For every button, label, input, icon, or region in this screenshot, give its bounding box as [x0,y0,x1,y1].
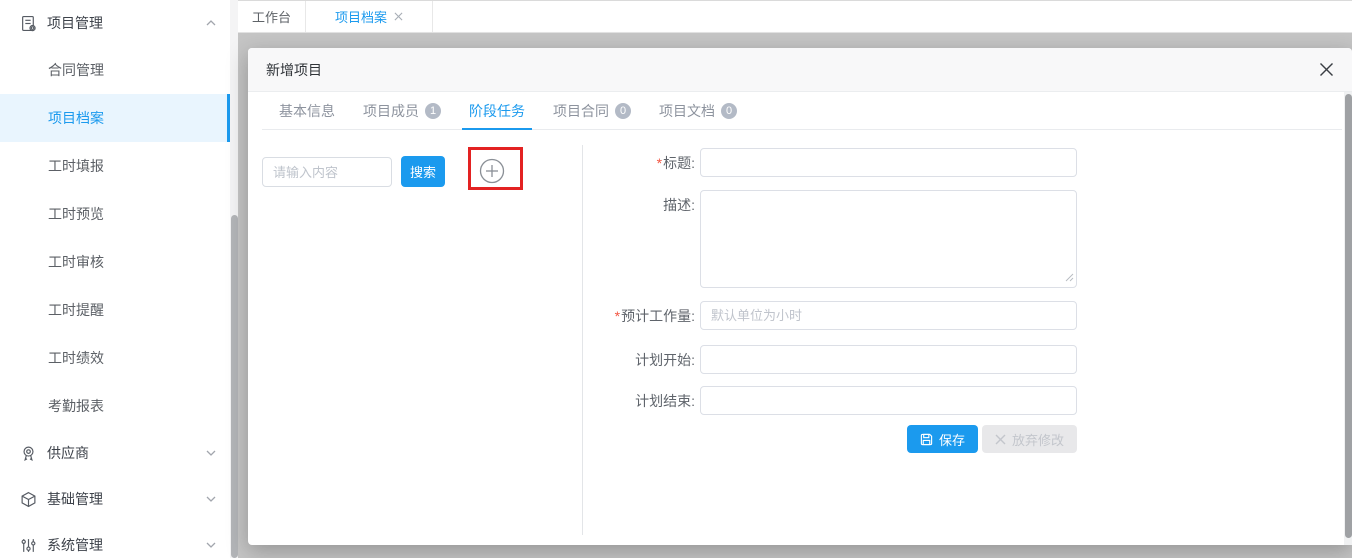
close-icon[interactable] [1317,60,1336,79]
cube-icon [20,491,37,508]
sidebar-group-project-management[interactable]: 项目管理 [0,0,230,46]
sidebar-item-label: 考勤报表 [48,396,104,416]
sidebar-item-attendance-report[interactable]: 考勤报表 [0,382,230,430]
save-button[interactable]: 保存 [907,425,978,453]
app-root: 项目管理 合同管理 项目档案 工时填报 工时预览 工时审核 工时提醒 工时绩效 … [0,0,1352,558]
chevron-down-icon [206,450,216,456]
tab-project-members[interactable]: 项目成员 1 [356,92,448,129]
modal-scrollbar-thumb[interactable] [1345,94,1352,538]
search-button[interactable]: 搜索 [401,156,445,187]
tab-label: 项目文档 [659,101,715,121]
task-list-panel: 搜索 [248,130,582,544]
modal-title: 新增项目 [266,60,322,80]
tab-workbench[interactable]: 工作台 [238,1,306,32]
form-row-plan-end: 计划结束: [582,386,1077,415]
sidebar-item-label: 工时审核 [48,252,104,272]
save-icon [920,433,933,446]
sidebar-item-label: 工时填报 [48,156,104,176]
tab-label: 项目合同 [553,101,609,121]
sidebar-group-label: 基础管理 [47,489,103,509]
count-badge: 1 [425,103,441,119]
sidebar-item-timesheet-reminder[interactable]: 工时提醒 [0,286,230,334]
sidebar-scrollbar-thumb[interactable] [231,215,238,558]
sidebar-group-label: 供应商 [47,443,89,463]
sidebar-item-timesheet-performance[interactable]: 工时绩效 [0,334,230,382]
tab-project-documents[interactable]: 项目文档 0 [652,92,744,129]
sidebar-group-system-management[interactable]: 系统管理 [0,522,230,558]
plan-start-input[interactable] [700,345,1077,374]
highlight-box [468,147,523,190]
search-input[interactable] [262,157,392,187]
tab-basic-info[interactable]: 基本信息 [272,92,342,129]
tab-project-archive[interactable]: 项目档案 [306,1,433,32]
plan-end-label: 计划结束: [582,391,695,411]
sidebar-group-supplier[interactable]: 供应商 [0,430,230,476]
plan-start-label: 计划开始: [582,350,695,370]
resize-grip-icon[interactable] [1065,269,1074,285]
workload-input[interactable] [700,301,1077,330]
tab-stage-tasks[interactable]: 阶段任务 [462,92,532,129]
discard-x-icon [995,434,1006,445]
sidebar-item-label: 工时提醒 [48,300,104,320]
required-mark: * [615,308,620,324]
title-input[interactable] [700,148,1077,177]
stage-task-form: *标题: 描述: *预计工作量: [582,130,1344,544]
description-label: 描述: [582,195,695,215]
tab-label: 项目档案 [335,7,387,26]
sidebar-item-label: 工时预览 [48,204,104,224]
sidebar-group-label: 系统管理 [47,535,103,555]
sidebar-item-label: 项目档案 [48,108,104,128]
sidebar-item-label: 工时绩效 [48,348,104,368]
tab-label: 工作台 [252,7,291,26]
sidebar-item-timesheet-entry[interactable]: 工时填报 [0,142,230,190]
discard-button[interactable]: 放弃修改 [982,425,1077,453]
required-mark: * [657,155,662,171]
tab-label: 项目成员 [363,101,419,121]
tab-label: 阶段任务 [469,101,525,121]
chevron-down-icon [206,496,216,502]
sidebar: 项目管理 合同管理 项目档案 工时填报 工时预览 工时审核 工时提醒 工时绩效 … [0,0,230,558]
modal-scrollbar[interactable] [1344,92,1352,545]
chevron-up-icon [206,20,216,26]
sidebar-group-label: 项目管理 [47,13,103,33]
sidebar-item-contract-management[interactable]: 合同管理 [0,46,230,94]
form-row-plan-start: 计划开始: [582,345,1077,374]
workload-label: *预计工作量: [582,306,695,326]
title-label: *标题: [582,153,695,173]
sidebar-group-basic-management[interactable]: 基础管理 [0,476,230,522]
form-row-description: 描述: [582,190,1077,288]
tab-label: 基本信息 [279,101,335,121]
sidebar-scrollbar[interactable] [230,0,238,558]
sliders-icon [20,537,37,554]
tab-project-contracts[interactable]: 项目合同 0 [546,92,638,129]
project-doc-gear-icon [20,15,37,32]
modal-body: 搜索 *标题: 描述: [248,130,1352,544]
chevron-down-icon [206,542,216,548]
description-textarea[interactable] [700,190,1077,288]
sidebar-item-timesheet-audit[interactable]: 工时审核 [0,238,230,286]
modal-tab-bar: 基本信息 项目成员 1 阶段任务 项目合同 0 项目文档 0 [262,92,1342,130]
plan-end-input[interactable] [700,386,1077,415]
new-project-modal: 新增项目 基本信息 项目成员 1 阶段任务 项目合同 0 项目文档 0 [248,48,1352,545]
save-button-label: 保存 [939,430,965,449]
medal-icon [20,445,37,462]
sidebar-item-label: 合同管理 [48,60,104,80]
sidebar-item-timesheet-preview[interactable]: 工时预览 [0,190,230,238]
page-tab-bar: 工作台 项目档案 [238,0,1352,33]
modal-header: 新增项目 [248,48,1352,92]
count-badge: 0 [615,103,631,119]
sidebar-item-project-archive[interactable]: 项目档案 [0,94,230,142]
tab-close-icon[interactable] [394,12,403,21]
form-buttons: 保存 放弃修改 [700,425,1077,453]
count-badge: 0 [721,103,737,119]
form-row-workload: *预计工作量: [582,301,1077,330]
discard-button-label: 放弃修改 [1012,430,1064,449]
form-row-title: *标题: [582,148,1077,177]
